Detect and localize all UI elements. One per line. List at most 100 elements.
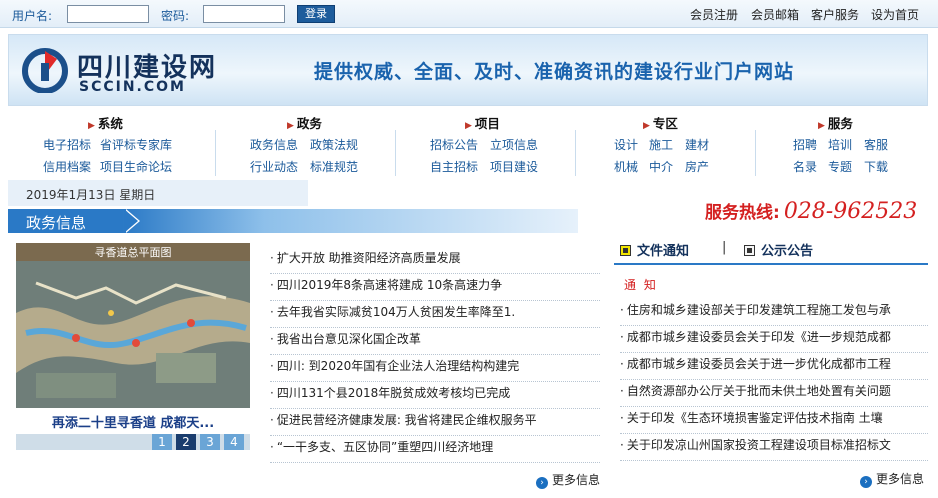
arrow-right-icon: ▶ <box>465 121 472 131</box>
nav-category-label: 系统 <box>97 116 123 131</box>
section-header-gov-info: 政务信息 <box>8 209 578 233</box>
tab-icon <box>744 245 755 256</box>
nav-link-standards[interactable]: 标准规范 <box>310 158 358 175</box>
site-logo-icon[interactable] <box>21 45 69 93</box>
arrow-circle-icon: › <box>536 477 548 489</box>
arrow-right-icon: ▶ <box>818 121 825 131</box>
nav-category-gov[interactable]: ▶ 政务 <box>287 113 322 132</box>
chevron-right-icon <box>124 209 138 233</box>
login-button[interactable]: 登录 <box>297 5 335 23</box>
notice-item[interactable]: 自然资源部办公厅关于批而未供土地处置有关问题 <box>620 380 928 407</box>
news-item[interactable]: “一干多支、五区协同”重塑四川经济地理 <box>270 436 600 463</box>
site-banner: 四川建设网 SCCIN.COM 提供权威、全面、及时、准确资讯的建设行业门户网站 <box>8 34 928 106</box>
nav-link-industry-news[interactable]: 行业动态 <box>250 158 298 175</box>
notices-more-link[interactable]: › 更多信息 <box>860 470 924 488</box>
news-item[interactable]: 四川131个县2018年脱贫成效考核均已完成 <box>270 382 600 409</box>
nav-link-support[interactable]: 客服 <box>864 136 888 153</box>
nav-link-credit-files[interactable]: 信用档案 <box>43 158 91 175</box>
logo-english-name[interactable]: SCCIN.COM <box>79 79 186 95</box>
page-button-2[interactable]: 2 <box>176 434 196 450</box>
news-more-link[interactable]: › 更多信息 <box>536 471 600 489</box>
date-bar: 2019年1月13日 星期日 <box>8 180 308 206</box>
nav-divider <box>575 130 576 176</box>
news-item[interactable]: 四川2019年8条高速将建成 10条高速力争 <box>270 274 600 301</box>
tab-file-notices[interactable]: 文件通知 <box>620 240 689 259</box>
nav-divider <box>755 130 756 176</box>
tab-separator: | <box>722 240 727 255</box>
photo-caption[interactable]: 再添二十里寻香道 成都天... <box>16 412 250 431</box>
slideshow-pager: 1 2 3 4 <box>16 434 250 450</box>
page-button-4[interactable]: 4 <box>224 434 244 450</box>
username-input[interactable] <box>67 5 149 23</box>
nav-link-policy[interactable]: 政策法规 <box>310 136 358 153</box>
nav-link-recruit[interactable]: 招聘 <box>793 136 817 153</box>
nav-category-service[interactable]: ▶ 服务 <box>818 113 853 132</box>
password-input[interactable] <box>203 5 285 23</box>
arrow-right-icon: ▶ <box>287 121 294 131</box>
notice-tabs: 文件通知 公示公告 <box>614 237 928 265</box>
hotline-number: 028-962523 <box>783 199 918 224</box>
site-plan-image: 寻香道总平面图 <box>16 243 250 408</box>
nav-link-machinery[interactable]: 机械 <box>614 158 638 175</box>
notice-item[interactable]: 住房和城乡建设部关于印发建筑工程施工发包与承 <box>620 299 928 326</box>
section-title: 政务信息 <box>26 214 87 232</box>
arrow-circle-icon: › <box>860 476 872 488</box>
nav-category-label: 专区 <box>652 116 678 131</box>
news-item[interactable]: 促进民营经济健康发展: 我省将建民企维权服务平 <box>270 409 600 436</box>
nav-link-download[interactable]: 下载 <box>864 158 888 175</box>
nav-link-topics[interactable]: 专题 <box>828 158 852 175</box>
service-hotline: 服务热线: 028-962523 <box>705 198 917 224</box>
news-item[interactable]: 去年我省实际减贫104万人贫困发生率降至1. <box>270 301 600 328</box>
site-slogan: 提供权威、全面、及时、准确资讯的建设行业门户网站 <box>314 61 795 83</box>
nav-link-construction[interactable]: 施工 <box>649 136 673 153</box>
notice-item[interactable]: 关于印发《生态环境损害鉴定评估技术指南 土壤 <box>620 407 928 434</box>
news-item[interactable]: 四川: 到2020年国有企业法人治理结构构建完 <box>270 355 600 382</box>
arrow-right-icon: ▶ <box>88 121 95 131</box>
notice-heading: 通 知 <box>624 278 658 292</box>
nav-link-training[interactable]: 培训 <box>828 136 852 153</box>
customer-service-link[interactable]: 客户服务 <box>811 6 859 23</box>
arrow-right-icon: ▶ <box>643 121 650 131</box>
news-item[interactable]: 我省出台意见深化国企改革 <box>270 328 600 355</box>
nav-category-zone[interactable]: ▶ 专区 <box>643 113 678 132</box>
nav-divider <box>395 130 396 176</box>
register-link[interactable]: 会员注册 <box>690 6 738 23</box>
news-item[interactable]: 扩大开放 助推资阳经济高质量发展 <box>270 247 600 274</box>
nav-link-directory[interactable]: 名录 <box>793 158 817 175</box>
nav-link-project-approval[interactable]: 立项信息 <box>490 136 538 153</box>
nav-link-agency[interactable]: 中介 <box>649 158 673 175</box>
current-date: 2019年1月13日 星期日 <box>26 188 156 202</box>
nav-link-tender-notice[interactable]: 招标公告 <box>430 136 478 153</box>
page-button-1[interactable]: 1 <box>152 434 172 450</box>
tab-icon <box>620 245 631 256</box>
tab-label: 文件通知 <box>637 244 690 259</box>
notice-item[interactable]: 关于印发凉山州国家投资工程建设项目标准招标文 <box>620 434 928 461</box>
password-label: 密码: <box>161 9 190 23</box>
notice-item[interactable]: 成都市城乡建设委员会关于印发《进一步规范成都 <box>620 326 928 353</box>
nav-link-self-tender[interactable]: 自主招标 <box>430 158 478 175</box>
set-homepage-link[interactable]: 设为首页 <box>871 6 919 23</box>
nav-link-design[interactable]: 设计 <box>614 136 638 153</box>
nav-category-label: 服务 <box>827 116 853 131</box>
featured-photo[interactable]: 寻香道总平面图 <box>16 243 250 408</box>
username-label: 用户名: <box>12 9 53 23</box>
nav-link-project-forum[interactable]: 项目生命论坛 <box>100 158 172 175</box>
page-button-3[interactable]: 3 <box>200 434 220 450</box>
nav-category-project[interactable]: ▶ 项目 <box>465 113 500 132</box>
nav-category-system[interactable]: ▶ 系统 <box>88 113 123 132</box>
nav-category-label: 政务 <box>296 116 322 131</box>
nav-link-gov-info[interactable]: 政务信息 <box>250 136 298 153</box>
more-label: 更多信息 <box>876 472 925 486</box>
member-mail-link[interactable]: 会员邮箱 <box>751 6 799 23</box>
nav-link-expert-pool[interactable]: 省评标专家库 <box>100 136 172 153</box>
tab-public-announcements[interactable]: 公示公告 <box>744 240 813 259</box>
nav-link-real-estate[interactable]: 房产 <box>685 158 709 175</box>
hotline-label: 服务热线: <box>705 203 780 223</box>
map-title: 寻香道总平面图 <box>95 245 172 259</box>
tab-label: 公示公告 <box>761 244 814 259</box>
nav-link-e-bidding[interactable]: 电子招标 <box>43 136 91 153</box>
nav-link-materials[interactable]: 建材 <box>685 136 709 153</box>
more-label: 更多信息 <box>552 473 601 487</box>
nav-link-project-build[interactable]: 项目建设 <box>490 158 538 175</box>
notice-item[interactable]: 成都市城乡建设委员会关于进一步优化成都市工程 <box>620 353 928 380</box>
